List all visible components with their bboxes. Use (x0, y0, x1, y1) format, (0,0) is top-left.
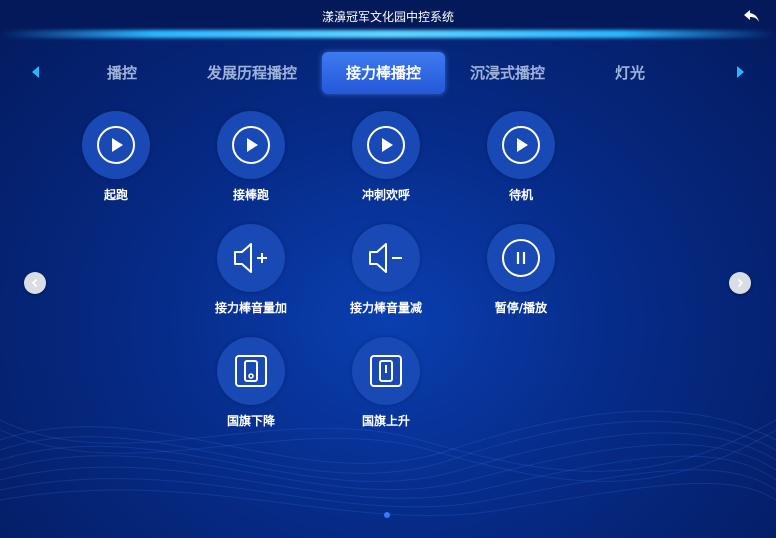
header-glow-line (0, 30, 776, 38)
play-icon (82, 111, 150, 179)
control-label: 起跑 (103, 188, 128, 202)
app-title: 漾濞冠军文化园中控系统 (321, 9, 454, 24)
control-label: 接力棒音量加 (214, 301, 287, 315)
page-prev-button[interactable] (24, 272, 46, 294)
standby-button[interactable]: 待机 (466, 111, 576, 203)
tab-immersive-broadcast[interactable]: 沉浸式播控 (455, 52, 560, 94)
control-label: 待机 (508, 188, 533, 202)
start-run-button[interactable]: 起跑 (61, 111, 171, 203)
flag-lower-button[interactable]: 国旗下降 (196, 337, 306, 429)
volume-down-button[interactable]: 接力棒音量减 (331, 224, 441, 316)
tab-broadcast[interactable]: 播控 (72, 52, 172, 94)
flag-raise-button[interactable]: 国旗上升 (331, 337, 441, 429)
control-label: 接力棒音量减 (349, 301, 422, 315)
control-label: 国旗下降 (226, 414, 275, 428)
control-label: 接棒跑 (232, 188, 269, 202)
pause-play-button[interactable]: 暂停/播放 (466, 224, 576, 316)
tab-history-broadcast[interactable]: 发展历程播控 (192, 52, 312, 94)
relay-run-button[interactable]: 接棒跑 (196, 111, 306, 203)
volume-up-icon (217, 224, 285, 292)
pause-icon (487, 224, 555, 292)
flag-raise-icon (352, 337, 420, 405)
page-indicator-dot[interactable] (384, 512, 390, 518)
play-icon (487, 111, 555, 179)
play-icon (217, 111, 285, 179)
back-arrow-icon[interactable] (742, 6, 762, 26)
play-icon (352, 111, 420, 179)
top-bar: 漾濞冠军文化园中控系统 (0, 0, 776, 32)
chevron-right-icon (737, 278, 744, 288)
control-label: 国旗上升 (361, 414, 410, 428)
flag-lower-icon (217, 337, 285, 405)
tab-relay-baton-broadcast[interactable]: 接力棒播控 (322, 52, 445, 94)
control-label: 暂停/播放 (494, 301, 548, 315)
volume-down-icon (352, 224, 420, 292)
tab-bar: 播控 发展历程播控 接力棒播控 沉浸式播控 灯光 (0, 52, 776, 94)
sprint-cheer-button[interactable]: 冲刺欢呼 (331, 111, 441, 203)
chevron-left-icon (31, 278, 38, 288)
control-label: 冲刺欢呼 (361, 188, 410, 202)
page-next-button[interactable] (729, 272, 751, 294)
volume-up-button[interactable]: 接力棒音量加 (196, 224, 306, 316)
tab-lighting[interactable]: 灯光 (580, 52, 680, 94)
